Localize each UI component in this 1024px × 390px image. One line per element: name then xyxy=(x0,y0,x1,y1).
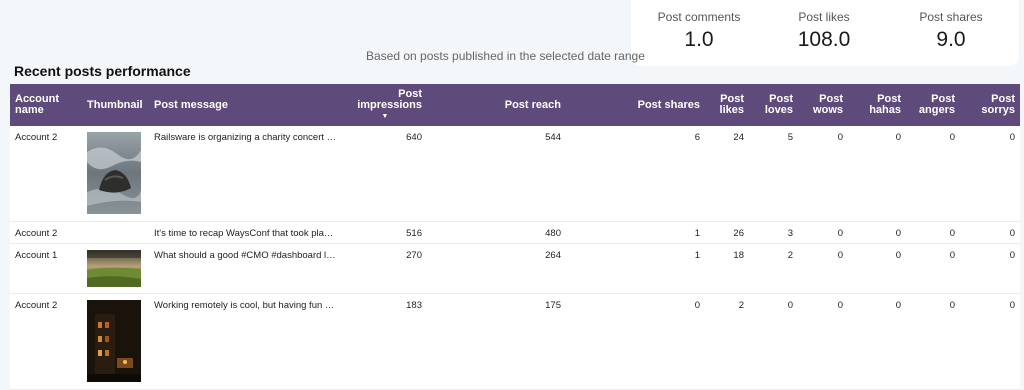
table-row: Account 2 Railsware is organizing a char… xyxy=(10,126,1020,222)
col-header-impressions-label: Post impressions xyxy=(357,88,422,111)
table-row: Account 1 What should a good #CMO #dashb… xyxy=(10,243,1020,294)
kpi-value: 9.0 xyxy=(936,28,966,51)
cell-impressions: 183 xyxy=(343,293,427,390)
cell-angers: 0 xyxy=(906,126,960,222)
cell-message[interactable]: Railsware is organizing a charity concer… xyxy=(149,126,343,222)
cell-reach: 264 xyxy=(427,243,566,294)
cell-account: Account 2 xyxy=(10,221,82,244)
kpi-label: Post shares xyxy=(919,10,983,24)
cell-account: Account 2 xyxy=(10,126,82,222)
cell-likes: 24 xyxy=(705,126,749,222)
cell-message[interactable]: Working remotely is cool, but having fun… xyxy=(149,293,343,390)
cell-impressions: 270 xyxy=(343,243,427,294)
cell-shares: 1 xyxy=(566,243,705,294)
cell-thumbnail xyxy=(82,221,149,244)
cell-likes: 26 xyxy=(705,221,749,244)
kpi-label: Post likes xyxy=(798,10,850,24)
kpi-value: 108.0 xyxy=(797,28,851,51)
cell-likes: 2 xyxy=(705,293,749,390)
cell-wows: 0 xyxy=(798,243,848,294)
cell-impressions: 640 xyxy=(343,126,427,222)
cell-wows: 0 xyxy=(798,126,848,222)
cell-loves: 5 xyxy=(749,126,798,222)
kpi-value: 1.0 xyxy=(684,28,714,51)
section-title: Recent posts performance xyxy=(14,63,191,79)
cell-thumbnail xyxy=(82,126,149,222)
col-header-impressions[interactable]: Post impressions ▼ xyxy=(343,84,427,126)
cell-wows: 0 xyxy=(798,221,848,244)
col-header-thumbnail[interactable]: Thumbnail xyxy=(82,84,149,126)
table-header-row: Account name Thumbnail Post message Post… xyxy=(10,84,1020,126)
cell-message[interactable]: What should a good #CMO #dashboard loo..… xyxy=(149,243,343,294)
cell-thumbnail xyxy=(82,243,149,294)
posts-table: Account name Thumbnail Post message Post… xyxy=(10,84,1020,390)
kpi-post-shares: Post shares 9.0 xyxy=(891,10,1011,52)
date-range-note: Based on posts published in the selected… xyxy=(366,49,645,63)
col-header-angers[interactable]: Post angers xyxy=(906,84,960,126)
cell-message[interactable]: It's time to recap WaysConf that took pl… xyxy=(149,221,343,244)
col-header-shares[interactable]: Post shares xyxy=(566,84,705,126)
cell-sorrys: 0 xyxy=(960,293,1020,390)
cell-hahas: 0 xyxy=(848,221,906,244)
cell-likes: 18 xyxy=(705,243,749,294)
cell-angers: 0 xyxy=(906,293,960,390)
col-header-sorrys[interactable]: Post sorrys xyxy=(960,84,1020,126)
cell-loves: 2 xyxy=(749,243,798,294)
cell-sorrys: 0 xyxy=(960,243,1020,294)
cell-reach: 480 xyxy=(427,221,566,244)
col-header-reach[interactable]: Post reach xyxy=(427,84,566,126)
col-header-message[interactable]: Post message xyxy=(149,84,343,126)
kpi-label: Post comments xyxy=(657,10,741,24)
col-header-account[interactable]: Account name xyxy=(10,84,82,126)
field-landscape-thumbnail[interactable] xyxy=(87,249,141,287)
cell-hahas: 0 xyxy=(848,126,906,222)
kpi-post-likes: Post likes 108.0 xyxy=(764,10,884,52)
cell-loves: 3 xyxy=(749,221,798,244)
kpi-post-comments: Post comments 1.0 xyxy=(639,10,759,52)
table-row: Account 2 Working remotely is cool, but … xyxy=(10,293,1020,390)
cell-shares: 6 xyxy=(566,126,705,222)
col-header-likes[interactable]: Post likes xyxy=(705,84,749,126)
cell-reach: 175 xyxy=(427,293,566,390)
cell-sorrys: 0 xyxy=(960,126,1020,222)
sort-descending-icon: ▼ xyxy=(381,113,389,120)
cell-hahas: 0 xyxy=(848,243,906,294)
col-header-loves[interactable]: Post loves xyxy=(749,84,798,126)
night-street-thumbnail[interactable] xyxy=(87,299,141,382)
cell-angers: 0 xyxy=(906,221,960,244)
col-header-wows[interactable]: Post wows xyxy=(798,84,848,126)
cell-hahas: 0 xyxy=(848,293,906,390)
cell-shares: 1 xyxy=(566,221,705,244)
cell-loves: 0 xyxy=(749,293,798,390)
cell-sorrys: 0 xyxy=(960,221,1020,244)
cell-shares: 0 xyxy=(566,293,705,390)
cell-account: Account 2 xyxy=(10,293,82,390)
col-header-hahas[interactable]: Post hahas xyxy=(848,84,906,126)
cell-angers: 0 xyxy=(906,243,960,294)
cell-thumbnail xyxy=(82,293,149,390)
rock-sea-thumbnail[interactable] xyxy=(87,132,141,214)
cell-wows: 0 xyxy=(798,293,848,390)
cell-impressions: 516 xyxy=(343,221,427,244)
cell-account: Account 1 xyxy=(10,243,82,294)
table-row: Account 2 It's time to recap WaysConf th… xyxy=(10,221,1020,244)
cell-reach: 544 xyxy=(427,126,566,222)
kpi-card: Post comments 1.0 Post likes 108.0 Post … xyxy=(631,0,1019,66)
